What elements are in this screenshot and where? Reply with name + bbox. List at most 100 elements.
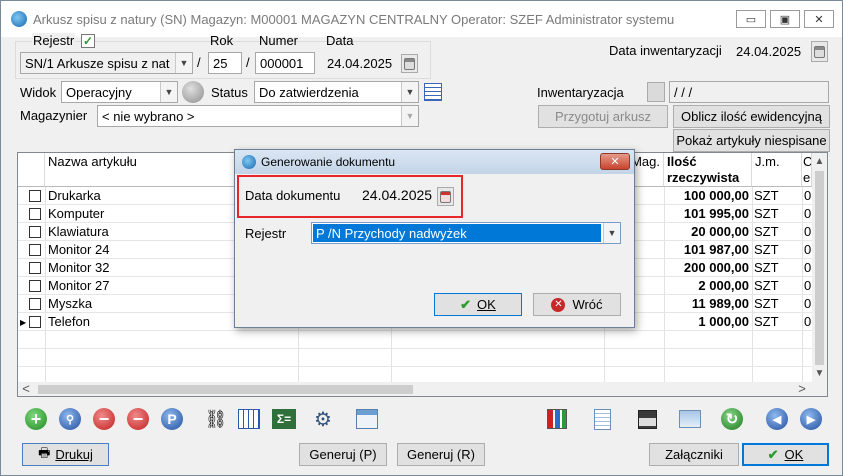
dialog-title: Generowanie dokumentu <box>261 155 396 169</box>
widok-select[interactable]: Operacyjny ▼ <box>61 81 178 103</box>
zalaczniki-button[interactable]: Załączniki <box>649 443 739 466</box>
generuj-p-button[interactable]: Generuj (P) <box>299 443 387 466</box>
dialog-close-button[interactable]: ✕ <box>600 153 630 170</box>
view-icon[interactable]: ⚲ <box>58 407 82 431</box>
dialog-ok-button[interactable]: ✔ OK <box>434 293 522 316</box>
window-icon[interactable] <box>355 407 379 431</box>
close-window-button[interactable]: ✕ <box>804 10 834 28</box>
vertical-scrollbar[interactable]: ▲ ▼ <box>812 153 827 382</box>
cell-jm: SZT <box>754 260 779 275</box>
dialog-ok-label: OK <box>477 297 496 312</box>
cell-c: 0 <box>804 314 812 329</box>
cell-jm: SZT <box>754 314 779 329</box>
inwentaryzacja-field: / / / <box>669 81 829 103</box>
p-icon[interactable]: P <box>160 407 184 431</box>
rok-label: Rok <box>210 33 234 48</box>
scroll-right-button[interactable]: > <box>794 382 810 396</box>
data-inwentaryzacji-field[interactable]: 24.04.2025 <box>731 40 809 62</box>
current-row-marker-icon: ▶ <box>20 318 27 327</box>
minimize-button[interactable]: ▭ <box>736 10 766 28</box>
przygotuj-arkusz-button[interactable]: Przygotuj arkusz <box>538 105 668 128</box>
hierarchy-icon[interactable]: ⚙ <box>311 407 335 431</box>
chevron-down-icon[interactable]: ▼ <box>175 53 192 73</box>
inwentaryzacja-picker-icon[interactable] <box>647 82 665 102</box>
calendar-icon[interactable] <box>401 54 418 73</box>
status-select[interactable]: Do zatwierdzenia ▼ <box>254 81 419 103</box>
data-dokumentu-field[interactable]: 24.04.2025 <box>357 184 439 206</box>
dialog-rejestr-select[interactable]: P /N Przychody nadwyżek ▼ <box>311 222 621 244</box>
row-checkbox[interactable] <box>29 316 41 328</box>
row-checkbox[interactable] <box>29 280 41 292</box>
calendar-icon[interactable] <box>437 187 454 206</box>
list-icon[interactable] <box>424 83 442 101</box>
data-label: Data <box>326 33 354 48</box>
rok-input-value: 25 <box>213 55 228 71</box>
row-checkbox[interactable] <box>29 226 41 238</box>
printer-icon: 🖶 <box>38 444 51 460</box>
widok-label: Widok <box>20 85 57 100</box>
data-dokumentu-value: 24.04.2025 <box>362 187 433 203</box>
cell-c: 0 <box>804 296 812 311</box>
grid-header-ilosc-line1: Ilość <box>667 154 697 169</box>
copy-icon[interactable] <box>678 407 702 431</box>
scroll-up-button[interactable]: ▲ <box>812 153 827 170</box>
chevron-down-icon[interactable]: ▼ <box>603 223 620 243</box>
row-checkbox[interactable] <box>29 244 41 256</box>
grid-header-jm[interactable]: J.m. <box>752 153 802 187</box>
document-icon[interactable] <box>590 407 614 431</box>
binoculars-icon[interactable]: ⛓ <box>204 407 228 431</box>
scroll-left-button[interactable]: < <box>18 382 34 396</box>
oblicz-ilosc-button[interactable]: Oblicz ilość ewidencyjną <box>673 105 830 128</box>
ok-button[interactable]: ✔ OK <box>742 443 829 466</box>
scroll-down-button[interactable]: ▼ <box>812 365 827 382</box>
grid-header-last-line2: e <box>803 170 811 185</box>
generuj-r-button[interactable]: Generuj (R) <box>397 443 485 466</box>
row-checkbox[interactable] <box>29 208 41 220</box>
grid-header-last[interactable]: Ce <box>802 153 812 187</box>
delete-icon[interactable]: − <box>92 407 116 431</box>
generowanie-dokumentu-dialog: Generowanie dokumentu ✕ Data dokumentu 2… <box>234 149 635 328</box>
chevron-down-icon[interactable]: ▼ <box>401 82 418 102</box>
row-checkbox[interactable] <box>29 190 41 202</box>
calendar-icon[interactable] <box>811 41 828 62</box>
status-label: Status <box>211 85 248 100</box>
pokaz-niespisane-button[interactable]: Pokaż artykuły niespisane <box>673 129 830 152</box>
check-icon: ✔ <box>767 446 779 462</box>
grid-header-ilosc-line2: rzeczywista <box>667 170 740 185</box>
row-checkbox[interactable] <box>29 298 41 310</box>
chart-icon[interactable] <box>545 407 569 431</box>
next-icon[interactable]: ▶ <box>799 407 823 431</box>
data-inwentaryzacji-value: 24.04.2025 <box>736 43 802 59</box>
cell-c: 0 <box>804 188 812 203</box>
rejestr-select[interactable]: SN/1 Arkusze spisu z nat ▼ <box>20 52 193 74</box>
inwentaryzacja-value: / / / <box>674 84 693 100</box>
chevron-down-icon[interactable]: ▼ <box>401 106 418 126</box>
cell-c: 0 <box>804 242 812 257</box>
chevron-down-icon[interactable]: ▼ <box>160 82 177 102</box>
data-field[interactable]: 24.04.2025 <box>322 52 400 74</box>
maximize-button[interactable]: ▣ <box>770 10 800 28</box>
drukuj-button[interactable]: 🖶 Drukuj <box>22 443 109 466</box>
refresh-icon[interactable]: ↻ <box>720 407 744 431</box>
rok-input[interactable]: 25 <box>208 52 242 74</box>
rejestr-checkbox[interactable]: ✓ <box>81 34 95 48</box>
dialog-wroc-button[interactable]: ✕ Wróć <box>533 293 621 316</box>
empty-row <box>18 349 812 367</box>
data-dokumentu-label: Data dokumentu <box>245 188 341 203</box>
add-icon[interactable]: + <box>24 407 48 431</box>
grid-filter-icon[interactable] <box>237 407 261 431</box>
filter-circle-icon[interactable] <box>182 81 204 103</box>
horizontal-scrollbar[interactable]: < > <box>18 382 827 396</box>
row-checkbox[interactable] <box>29 262 41 274</box>
scroll-thumb[interactable] <box>815 171 824 365</box>
sum-icon[interactable]: Σ= <box>272 407 296 431</box>
p-icon-letter: P <box>161 408 183 430</box>
save-icon[interactable] <box>635 407 659 431</box>
cancel-icon: ✕ <box>551 297 566 312</box>
numer-input[interactable]: 000001 <box>255 52 315 74</box>
magazynier-select[interactable]: < nie wybrano > ▼ <box>97 105 419 127</box>
hscroll-thumb[interactable] <box>38 385 413 394</box>
prev-icon[interactable]: ◀ <box>765 407 789 431</box>
delete-check-icon[interactable]: − <box>126 407 150 431</box>
grid-header-ilosc[interactable]: Ilość rzeczywista <box>664 153 752 187</box>
